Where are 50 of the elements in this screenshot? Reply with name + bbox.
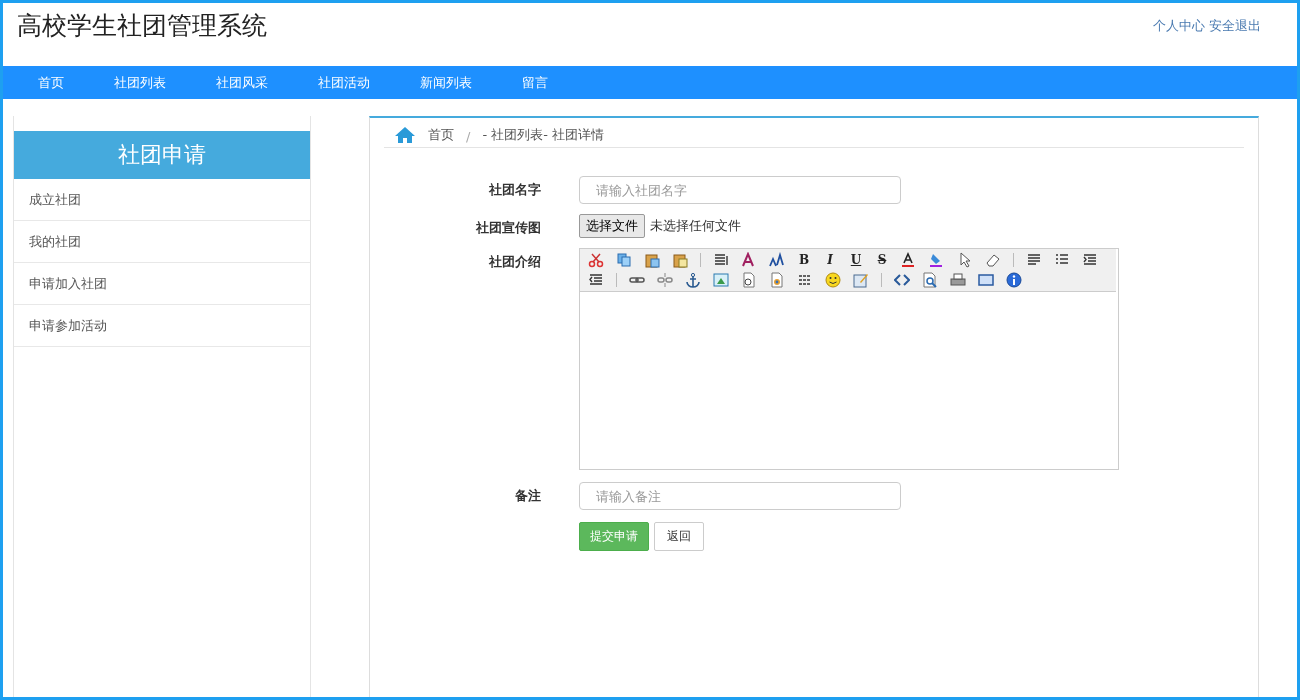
field-label: 备注: [514, 487, 542, 505]
document-icon[interactable]: [741, 272, 757, 288]
underline-button[interactable]: U: [849, 253, 863, 267]
indent-icon[interactable]: [1082, 252, 1098, 268]
name-input[interactable]: 请输入社团名字: [579, 176, 901, 204]
code-icon[interactable]: [894, 272, 910, 288]
cursor-icon[interactable]: [957, 252, 973, 268]
file-status: 未选择任何文件: [650, 217, 741, 235]
fullscreen-icon[interactable]: [978, 272, 994, 288]
image-icon[interactable]: [713, 272, 729, 288]
field-label: 社团名字: [488, 181, 542, 199]
anchor-icon[interactable]: [685, 272, 701, 288]
sidebar-item[interactable]: 我的社团: [14, 221, 310, 263]
sidebar-title: 社团申请: [14, 131, 310, 179]
italic-button[interactable]: I: [823, 253, 837, 267]
breadcrumb-separator: /: [466, 129, 471, 144]
sidebar-item[interactable]: 成立社团: [14, 179, 310, 221]
highlight-icon[interactable]: [929, 252, 945, 268]
header-link[interactable]: 个人中心: [1153, 17, 1205, 66]
clipboard-icon[interactable]: [672, 252, 688, 268]
sidebar-item[interactable]: 申请加入社团: [14, 263, 310, 305]
site-title: 高校学生社团管理系统: [17, 10, 267, 42]
breadcrumb-path: - 社团列表- 社团详情: [482, 126, 605, 144]
note-input[interactable]: 请输入备注: [579, 482, 901, 510]
smiley-icon[interactable]: [825, 272, 841, 288]
header-link[interactable]: 安全退出: [1209, 17, 1261, 66]
unlink-icon[interactable]: [657, 272, 673, 288]
copy-icon[interactable]: [616, 252, 632, 268]
line-spacing-icon[interactable]: [713, 252, 729, 268]
field-label: 社团介绍: [488, 253, 542, 271]
breadcrumb-link[interactable]: 首页: [428, 126, 454, 144]
font-color-icon[interactable]: [901, 252, 917, 268]
sidebar-item[interactable]: 申请参加活动: [14, 305, 310, 347]
eraser-icon[interactable]: [985, 252, 1001, 268]
outdent-icon[interactable]: [588, 272, 604, 288]
bold-button[interactable]: B: [797, 253, 811, 267]
info-icon[interactable]: [1006, 272, 1022, 288]
field-label: 社团宣传图: [475, 219, 542, 237]
scissors-icon[interactable]: [588, 252, 604, 268]
print-icon[interactable]: [950, 272, 966, 288]
media-icon[interactable]: [769, 272, 785, 288]
font-family-icon[interactable]: [741, 252, 757, 268]
preview-icon[interactable]: [922, 272, 938, 288]
choose-file-button[interactable]: 选择文件: [579, 214, 645, 238]
align-left-icon[interactable]: [1026, 252, 1042, 268]
back-button[interactable]: 返回: [654, 522, 704, 551]
home-icon[interactable]: [394, 126, 416, 144]
rich-text-editor[interactable]: B I U S: [579, 248, 1119, 470]
strike-button[interactable]: S: [875, 253, 889, 267]
clipboard-icon[interactable]: [644, 252, 660, 268]
